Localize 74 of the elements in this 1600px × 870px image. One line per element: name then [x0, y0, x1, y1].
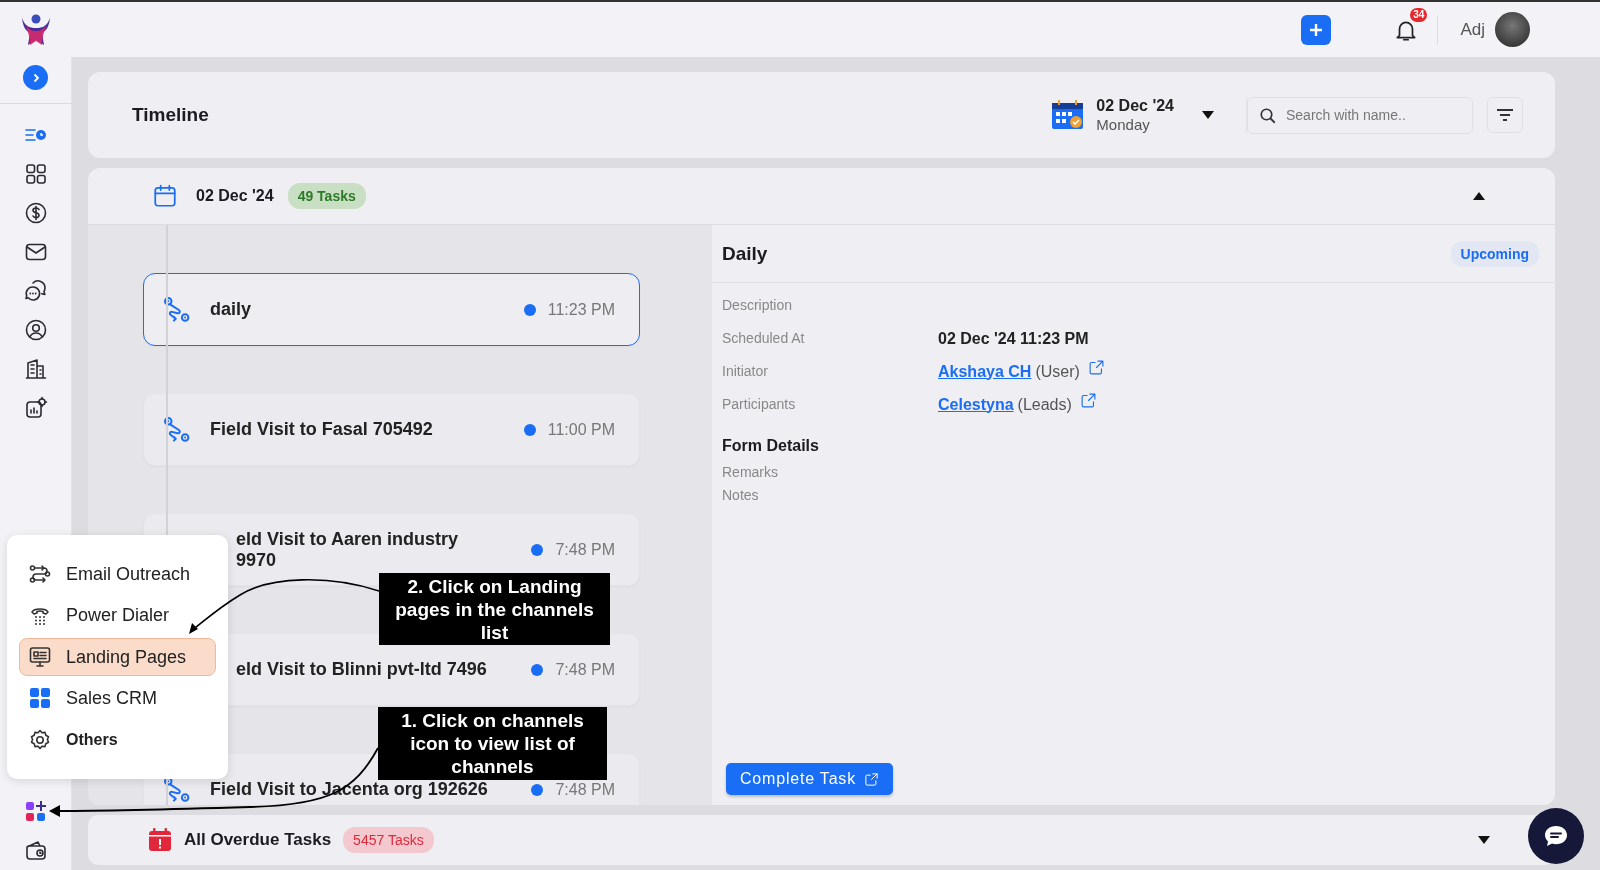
person-link[interactable]: Celestyna	[938, 395, 1014, 414]
task-time: 7:48 PM	[555, 660, 615, 679]
weekday: Monday	[1096, 115, 1151, 134]
task-card[interactable]: daily 11:23 PM	[143, 273, 640, 346]
role-text: (User)	[1035, 362, 1080, 381]
tiles-icon	[28, 686, 52, 711]
status-badge: Upcoming	[1450, 240, 1539, 267]
field-label: Participants	[722, 395, 797, 414]
task-time: 11:00 PM	[547, 420, 615, 439]
add-button[interactable]	[1301, 14, 1332, 45]
selected-date: 02 Dec '24	[1096, 96, 1174, 115]
dropdown-caret-icon[interactable]	[1202, 111, 1214, 119]
task-count: 49 Tasks	[287, 183, 366, 209]
field-value: 02 Dec '24 11:23 PM	[938, 329, 1089, 348]
search-icon	[1259, 106, 1277, 125]
chat-bubbles-icon[interactable]	[23, 279, 48, 303]
expand-caret-icon[interactable]	[1478, 836, 1490, 844]
filter-icon	[1496, 108, 1514, 122]
overdue-label: All Overdue Tasks	[184, 830, 332, 850]
logo-icon[interactable]	[20, 12, 52, 47]
status-dot	[531, 783, 544, 796]
section-heading: Form Details	[721, 436, 820, 456]
external-link-icon	[863, 771, 879, 787]
calendar-icon	[1051, 100, 1085, 130]
status-dot	[523, 303, 536, 316]
field-label: Notes	[721, 486, 760, 505]
plus-icon	[1309, 22, 1324, 37]
filter-button[interactable]	[1487, 97, 1523, 133]
role-text: (Leads)	[1017, 395, 1072, 414]
calendar-icon	[152, 183, 178, 209]
field-label: Description	[722, 296, 794, 315]
status-dot	[523, 423, 536, 436]
building-icon[interactable]	[23, 357, 48, 381]
status-dot	[531, 543, 544, 556]
chart-gear-icon[interactable]	[23, 396, 48, 420]
task-title: Field Visit to Fasal 705492	[210, 419, 434, 440]
calendar-alert-icon	[148, 828, 172, 852]
monitor-icon	[28, 645, 52, 669]
wallet-icon[interactable]	[23, 838, 48, 862]
task-time: 11:23 PM	[547, 300, 615, 319]
task-time: 7:48 PM	[555, 780, 615, 799]
field-label: Remarks	[721, 463, 779, 482]
grid-icon[interactable]	[23, 162, 48, 186]
overdue-count: 5457 Tasks	[343, 827, 434, 853]
task-title: daily	[210, 299, 253, 320]
task-title: eld Visit to Blinni pvt-ltd 7496	[235, 659, 488, 680]
task-title: eld Visit to Aaren industry 9970	[235, 528, 460, 571]
menu-item[interactable]: Landing Pages	[19, 637, 216, 677]
detail-title: Daily	[722, 242, 768, 265]
expand-button[interactable]	[23, 65, 48, 90]
settings-icon	[28, 727, 52, 752]
chat-icon	[1543, 824, 1569, 848]
annotation-text: 1. Click on channels icon to view list of channels	[400, 709, 585, 778]
collapse-caret-icon[interactable]	[1473, 192, 1485, 200]
external-link-icon[interactable]	[1087, 359, 1105, 376]
avatar[interactable]	[1495, 12, 1530, 47]
menu-item[interactable]: Power Dialer	[19, 596, 216, 635]
group-date: 02 Dec '24	[196, 187, 274, 205]
page-title: Timeline	[132, 104, 210, 126]
search-field[interactable]: Search with name..	[1247, 96, 1473, 134]
field-label: Initiator	[722, 362, 769, 381]
task-card[interactable]: Field Visit to Fasal 705492 11:00 PM	[143, 393, 640, 466]
person-link[interactable]: Akshaya CH	[938, 362, 1032, 381]
dollar-icon[interactable]	[23, 201, 48, 225]
task-time: 7:48 PM	[555, 540, 615, 559]
user-name: Adj	[1460, 19, 1485, 40]
external-link-icon[interactable]	[1079, 392, 1097, 409]
user-icon[interactable]	[23, 318, 48, 342]
status-dot	[531, 663, 544, 676]
channels-icon[interactable]	[23, 799, 48, 823]
field-label: Scheduled At	[722, 329, 806, 348]
menu-item[interactable]: Others	[19, 720, 216, 760]
notification-count: 34	[1410, 7, 1428, 22]
complete-task-button[interactable]: Complete Task	[726, 763, 893, 795]
